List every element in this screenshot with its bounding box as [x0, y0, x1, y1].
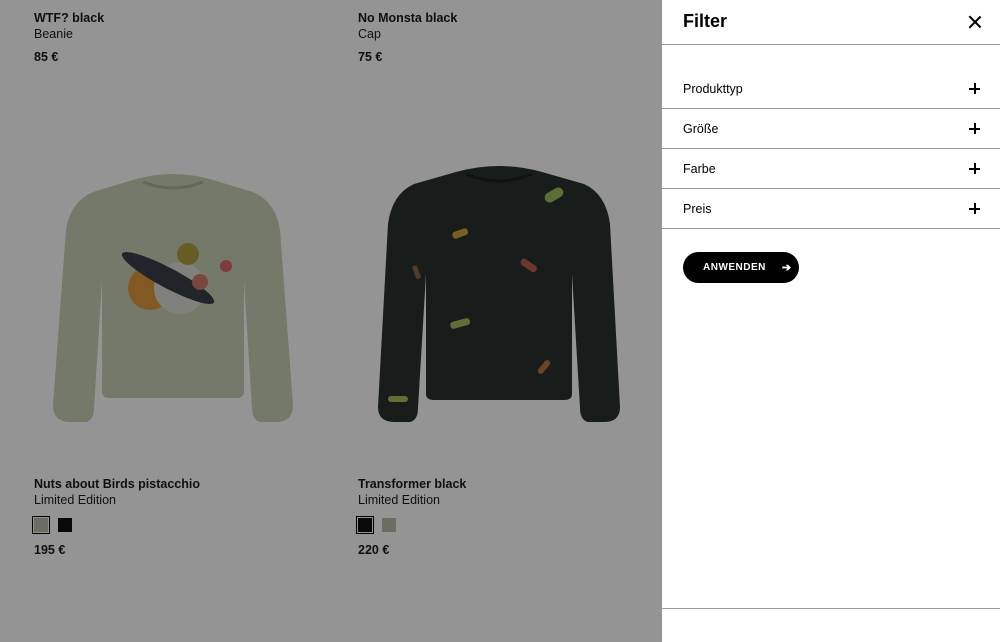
divider: [662, 608, 1000, 609]
plus-icon[interactable]: [969, 123, 980, 134]
plus-icon[interactable]: [969, 163, 980, 174]
filter-item-label: Produkttyp: [683, 82, 743, 96]
plus-icon[interactable]: [969, 83, 980, 94]
apply-button-label: ANWENDEN: [703, 262, 766, 273]
plus-icon[interactable]: [969, 203, 980, 214]
filter-item-groesse[interactable]: Größe: [662, 109, 1000, 149]
filter-item-label: Farbe: [683, 162, 716, 176]
filter-item-label: Größe: [683, 122, 719, 136]
filter-title: Filter: [683, 11, 728, 31]
filter-drawer: Filter Produkttyp Größe Farbe Preis ANWE…: [662, 0, 1000, 642]
drawer-header: Filter: [662, 0, 1000, 45]
filter-item-farbe[interactable]: Farbe: [662, 149, 1000, 189]
apply-button[interactable]: ANWENDEN ➔: [683, 252, 799, 283]
filter-item-preis[interactable]: Preis: [662, 189, 1000, 229]
arrow-right-icon: ➔: [781, 262, 792, 274]
close-icon[interactable]: [968, 15, 982, 29]
filter-item-label: Preis: [683, 202, 712, 216]
filter-list: Produkttyp Größe Farbe Preis: [662, 69, 1000, 229]
filter-item-produkttyp[interactable]: Produkttyp: [662, 69, 1000, 109]
